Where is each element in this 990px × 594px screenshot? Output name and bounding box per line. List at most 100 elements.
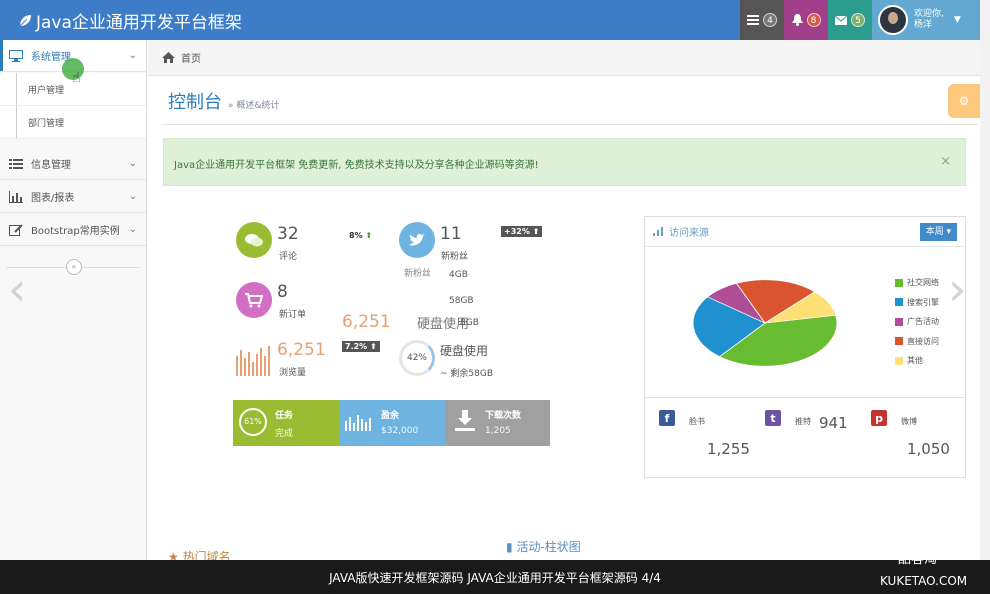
- views-badge: 7.2% ⬆: [342, 341, 380, 352]
- stat-value: 1,050: [907, 440, 950, 458]
- twitter-icon: [399, 222, 435, 258]
- legend-label: 搜索引擎: [907, 297, 939, 307]
- edit-icon: [9, 223, 23, 236]
- close-icon[interactable]: ×: [940, 154, 951, 169]
- badge-text: 8%: [349, 231, 363, 240]
- bar-chart-title: ▮ 活动-柱状图: [506, 538, 581, 555]
- tasks-icon: [747, 15, 759, 25]
- legend-label: 广告活动: [907, 317, 939, 327]
- sidebar-item-charts[interactable]: 图表/报表 ⌄: [0, 181, 146, 213]
- facebook-stat: f 脸书 1,255: [645, 398, 750, 478]
- downloads-tile[interactable]: 下载次数 1,205: [445, 400, 550, 446]
- facebook-icon: f: [659, 410, 675, 426]
- disk-sub: ~ 剩余58GB: [440, 369, 494, 379]
- brand-title: Java企业通用开发平台框架: [36, 13, 242, 33]
- welcome-text: 欢迎你,: [914, 9, 944, 19]
- breadcrumb-home[interactable]: 首页: [181, 50, 201, 65]
- username: 杨洋: [914, 20, 933, 30]
- legend-item: 其他: [895, 351, 939, 371]
- home-icon: [162, 52, 175, 63]
- messages-badge: 5: [851, 13, 865, 27]
- caption-bar: JAVA版快速开发框架源码 JAVA企业通用开发平台框架源码 4/4: [0, 560, 990, 594]
- disk-usage-ring: 42%: [399, 340, 435, 376]
- orders-count: 8: [277, 282, 288, 302]
- stat-label: 微博: [901, 417, 917, 426]
- subitem-label: 用户管理: [28, 85, 65, 96]
- ghost-followers-label: 新粉丝: [404, 269, 432, 279]
- desktop-icon: [9, 49, 23, 62]
- tasks-badge: 4: [763, 13, 777, 27]
- cart-icon: [236, 282, 272, 318]
- arrow-up-icon: ⬆: [365, 231, 373, 240]
- ghost-views-count: 6,251: [342, 312, 391, 332]
- stat-label: 推特: [795, 417, 811, 426]
- tasks-button[interactable]: 4: [740, 0, 784, 40]
- stat-value: 1,255: [707, 440, 750, 458]
- alert-text: Java企业通用开发平台框架 免费更新, 免费技术支持以及分享各种企业源码等资源…: [174, 160, 539, 171]
- notifications-button[interactable]: 8: [784, 0, 828, 40]
- subitem-label: 部门管理: [28, 118, 65, 129]
- sidebar-subitem-departments[interactable]: 部门管理: [0, 106, 146, 139]
- profit-tile[interactable]: 盈余 $32,000: [339, 400, 445, 446]
- comments-label: 评论: [279, 252, 298, 262]
- tile-sub: $32,000: [381, 426, 419, 436]
- badge-text: 7.2%: [345, 342, 368, 351]
- legend-swatch: [895, 298, 903, 307]
- messages-button[interactable]: 5: [828, 0, 872, 40]
- breadcrumb: 首页: [148, 40, 980, 76]
- page-title: 控制台 » 概述&统计: [168, 88, 279, 114]
- download-icon: [455, 410, 475, 431]
- followers-badge: +32% ⬆: [501, 226, 543, 237]
- views-count: 6,251: [277, 340, 326, 360]
- period-dropdown[interactable]: 本周 ▾: [919, 223, 957, 241]
- ghost-disk-b: 58GB: [449, 296, 474, 306]
- next-arrow-icon[interactable]: ›: [948, 262, 966, 316]
- tasks-tile[interactable]: 61% 任务 完成: [233, 400, 339, 446]
- sidebar-item-bootstrap[interactable]: Bootstrap常用实例 ⌄: [0, 214, 146, 246]
- sidebar-item-label: 图表/报表: [31, 193, 75, 204]
- notifications-badge: 8: [806, 13, 821, 27]
- bar-chart-icon: [9, 190, 23, 203]
- chevron-down-icon: ⌄: [128, 224, 137, 235]
- watermark-brand: 酷客淘: [898, 552, 938, 567]
- legend-swatch: [895, 317, 903, 326]
- user-menu[interactable]: 欢迎你, 杨洋 ▼: [872, 0, 980, 40]
- weibo-stat: p 微博 1,050: [857, 398, 961, 478]
- caret-down-icon: ▼: [953, 15, 961, 25]
- social-stats: f 脸书 1,255 t 推特 941 p 微博 1,050: [645, 397, 965, 477]
- widget-header: 访问来源: [645, 217, 965, 247]
- orders-label: 新订单: [279, 310, 307, 320]
- settings-toggle[interactable]: ⚙: [948, 84, 980, 118]
- bar-chart-label: 活动-柱状图: [516, 540, 581, 554]
- tile-title: 盈余: [381, 411, 400, 421]
- watermark-url: KUKETAO.COM: [880, 574, 968, 588]
- twitter-stat: t 推特 941: [751, 398, 855, 478]
- legend-item: 广告活动: [895, 312, 939, 332]
- chevron-down-icon: ⌄: [128, 191, 137, 202]
- stat-value: 941: [819, 414, 848, 432]
- tasks-percent-ring: 61%: [239, 408, 267, 436]
- legend-label: 其他: [907, 356, 923, 366]
- tile-sub: 1,205: [485, 426, 511, 436]
- stat-label: 脸书: [689, 417, 705, 426]
- legend-swatch: [895, 356, 903, 365]
- sparkline-icon: [236, 344, 272, 380]
- previous-arrow-icon[interactable]: ‹: [8, 262, 26, 316]
- disk-percent: 42%: [406, 353, 427, 363]
- sidebar-collapse-button[interactable]: «: [66, 259, 82, 275]
- followers-count: 11: [440, 224, 462, 244]
- divider: [163, 124, 978, 125]
- tile-title: 任务: [275, 411, 294, 421]
- legend-label: 社交网络: [907, 278, 939, 288]
- caption-text: JAVA版快速开发框架源码 JAVA企业通用开发平台框架源码 4/4: [329, 571, 661, 585]
- comments-badge: 8% ⬆: [346, 230, 375, 241]
- user-greeting: 欢迎你, 杨洋: [914, 9, 944, 31]
- brand[interactable]: Java企业通用开发平台框架: [18, 8, 242, 33]
- comments-count: 32: [277, 224, 299, 244]
- sidebar-item-info[interactable]: 信息管理 ⌄: [0, 148, 146, 180]
- scrollbar-track[interactable]: [980, 0, 990, 560]
- legend-label: 直接访问: [907, 336, 939, 346]
- legend-item: 社交网络: [895, 273, 939, 293]
- pie-chart: [692, 279, 838, 367]
- sidebar-item-label: 信息管理: [31, 160, 71, 171]
